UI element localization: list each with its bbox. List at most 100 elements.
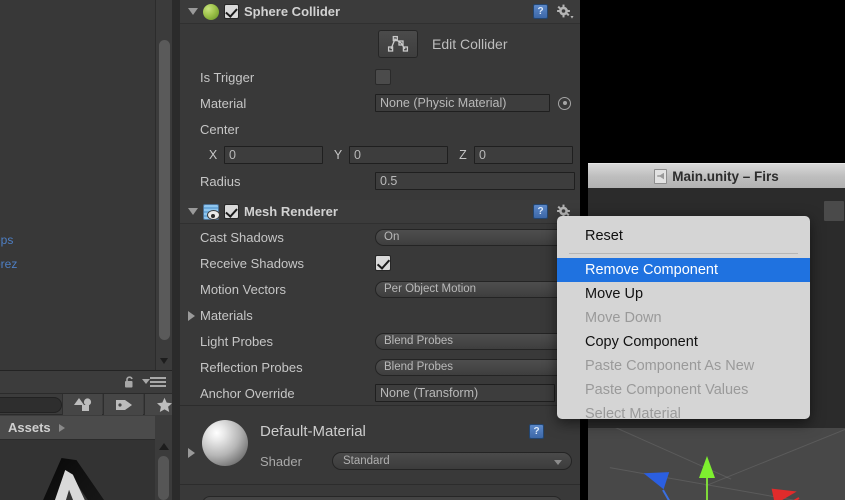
star-icon bbox=[157, 397, 172, 412]
scene-view[interactable] bbox=[588, 428, 845, 500]
shapes-icon bbox=[73, 398, 91, 411]
axis-label-x: X bbox=[208, 148, 218, 162]
scene-grid-line bbox=[705, 428, 845, 487]
lock-open-icon[interactable] bbox=[124, 375, 136, 388]
menu-item-move-up[interactable]: Move Up bbox=[557, 282, 810, 306]
unity-scene-icon bbox=[654, 168, 668, 184]
breadcrumb-item-assets[interactable]: Assets bbox=[8, 420, 51, 435]
help-icon[interactable]: ? bbox=[533, 204, 548, 219]
project-panel-tabbar bbox=[0, 371, 172, 393]
row-receive-shadows: Receive Shadows bbox=[180, 250, 580, 276]
foldout-arrow-icon[interactable] bbox=[188, 448, 195, 458]
row-is-trigger: Is Trigger bbox=[180, 64, 580, 90]
menu-item-paste-component-as-new: Paste Component As New bbox=[585, 358, 755, 374]
hamburger-menu-icon[interactable] bbox=[142, 377, 166, 387]
component-header-mesh-renderer[interactable]: Mesh Renderer ? bbox=[180, 200, 580, 224]
menu-item-remove-component[interactable]: Remove Component bbox=[557, 258, 810, 282]
collider-edit-icon bbox=[387, 35, 409, 52]
center-z-field[interactable]: 0 bbox=[474, 146, 573, 164]
receive-shadows-checkbox[interactable] bbox=[375, 255, 391, 271]
material-preview-thumbnail bbox=[202, 420, 248, 466]
anchor-override-field[interactable]: None (Transform) bbox=[375, 384, 555, 402]
hierarchy-scrollbar-thumb[interactable] bbox=[159, 40, 170, 340]
physic-material-field[interactable]: None (Physic Material) bbox=[375, 94, 550, 112]
reflection-probes-dropdown[interactable]: Blend Probes bbox=[375, 358, 575, 376]
object-picker-icon[interactable] bbox=[558, 96, 571, 110]
sphere-collider-enabled-checkbox[interactable] bbox=[224, 4, 239, 19]
row-label: Cast Shadows bbox=[200, 229, 284, 245]
axis-label-y: Y bbox=[333, 148, 343, 162]
motion-vectors-dropdown[interactable]: Per Object Motion bbox=[375, 280, 575, 298]
material-name: Default-Material bbox=[260, 423, 366, 440]
row-materials[interactable]: Materials bbox=[180, 302, 580, 328]
shader-label: Shader bbox=[260, 454, 302, 469]
component-context-menu: Reset Remove Component Move Up Move Down… bbox=[557, 216, 810, 422]
row-label: Reflection Probes bbox=[200, 359, 303, 375]
gizmo-z-axis-arrow[interactable] bbox=[640, 464, 670, 490]
row-cast-shadows: Cast Shadows On bbox=[180, 224, 580, 250]
material-inspector-block: Default-Material ? Shader Standard bbox=[180, 405, 580, 500]
breadcrumb[interactable]: Assets bbox=[0, 416, 155, 440]
project-panel: Assets bbox=[0, 370, 184, 500]
mesh-renderer-enabled-checkbox[interactable] bbox=[224, 204, 239, 219]
hierarchy-scroll-down-button[interactable] bbox=[156, 352, 173, 370]
chevron-down-icon bbox=[160, 358, 168, 364]
row-motion-vectors: Motion Vectors Per Object Motion bbox=[180, 276, 580, 302]
window-title: Main.unity – Firs bbox=[672, 168, 779, 184]
toolbar-button[interactable] bbox=[823, 200, 845, 222]
row-label: Radius bbox=[200, 173, 241, 189]
center-x-field[interactable]: 0 bbox=[224, 146, 323, 164]
project-scrollbar-thumb[interactable] bbox=[158, 456, 169, 500]
row-reflection-probes: Reflection Probes Blend Probes bbox=[180, 354, 580, 380]
hierarchy-item[interactable]: eps bbox=[0, 233, 13, 247]
project-scrollbar[interactable] bbox=[155, 440, 172, 500]
gizmo-y-axis-arrow[interactable] bbox=[699, 456, 715, 478]
search-input[interactable] bbox=[0, 397, 62, 413]
material-properties-field[interactable] bbox=[202, 496, 562, 500]
foldout-arrow-icon[interactable] bbox=[188, 311, 195, 321]
divider bbox=[180, 484, 580, 485]
cast-shadows-dropdown[interactable]: On bbox=[375, 228, 575, 246]
radius-field[interactable]: 0.5 bbox=[375, 172, 575, 190]
center-y-field[interactable]: 0 bbox=[349, 146, 448, 164]
row-label: Center bbox=[200, 121, 240, 137]
help-icon[interactable]: ? bbox=[529, 424, 544, 439]
window-titlebar[interactable]: Main.unity – Firs bbox=[588, 163, 845, 188]
is-trigger-checkbox[interactable] bbox=[375, 69, 391, 85]
hierarchy-item[interactable]: orez bbox=[0, 257, 17, 271]
panel-divider[interactable] bbox=[172, 0, 180, 500]
unity-editor-screenshot: s e s y s n eps orez bbox=[0, 0, 845, 500]
menu-item-reset[interactable]: Reset bbox=[557, 224, 810, 248]
row-label: Material bbox=[200, 95, 247, 111]
edit-collider-button[interactable] bbox=[378, 30, 418, 58]
hierarchy-scrollbar[interactable] bbox=[155, 0, 173, 370]
gizmo-y-axis-shaft bbox=[706, 476, 708, 500]
light-probes-dropdown[interactable]: Blend Probes bbox=[375, 332, 575, 350]
row-label: Materials bbox=[200, 307, 253, 323]
filter-by-type-button[interactable] bbox=[62, 394, 102, 415]
menu-item-paste-component-values: Paste Component Values bbox=[585, 382, 749, 398]
edit-collider-label: Edit Collider bbox=[432, 36, 508, 52]
shader-dropdown-value: Standard bbox=[343, 455, 390, 467]
gizmo-x-axis-arrow[interactable] bbox=[771, 483, 799, 500]
component-header-sphere-collider[interactable]: Sphere Collider ? bbox=[180, 0, 580, 24]
chevron-up-icon[interactable] bbox=[159, 443, 169, 450]
row-radius: Radius 0.5 bbox=[180, 168, 580, 194]
filter-by-label-button[interactable] bbox=[103, 394, 143, 415]
help-icon[interactable]: ? bbox=[533, 4, 548, 19]
foldout-arrow-icon[interactable] bbox=[188, 208, 198, 215]
row-label: Light Probes bbox=[200, 333, 273, 349]
shader-dropdown[interactable]: Standard bbox=[332, 452, 572, 470]
menu-divider bbox=[569, 253, 798, 254]
project-asset-grid[interactable] bbox=[0, 440, 155, 500]
foldout-arrow-icon[interactable] bbox=[188, 8, 198, 15]
chevron-right-icon bbox=[58, 423, 65, 432]
row-label: Anchor Override bbox=[200, 385, 295, 401]
gizmo-z-axis-shaft bbox=[662, 489, 677, 500]
row-label: Is Trigger bbox=[200, 69, 255, 85]
menu-item-copy-component[interactable]: Copy Component bbox=[557, 330, 810, 354]
row-center-xyz: X 0 Y 0 Z 0 bbox=[180, 142, 580, 168]
menu-item-select-material: Select Material bbox=[585, 406, 681, 422]
gear-icon[interactable] bbox=[556, 4, 574, 20]
inspector-panel: Sphere Collider ? Edit Collider Is Trigg… bbox=[180, 0, 580, 500]
